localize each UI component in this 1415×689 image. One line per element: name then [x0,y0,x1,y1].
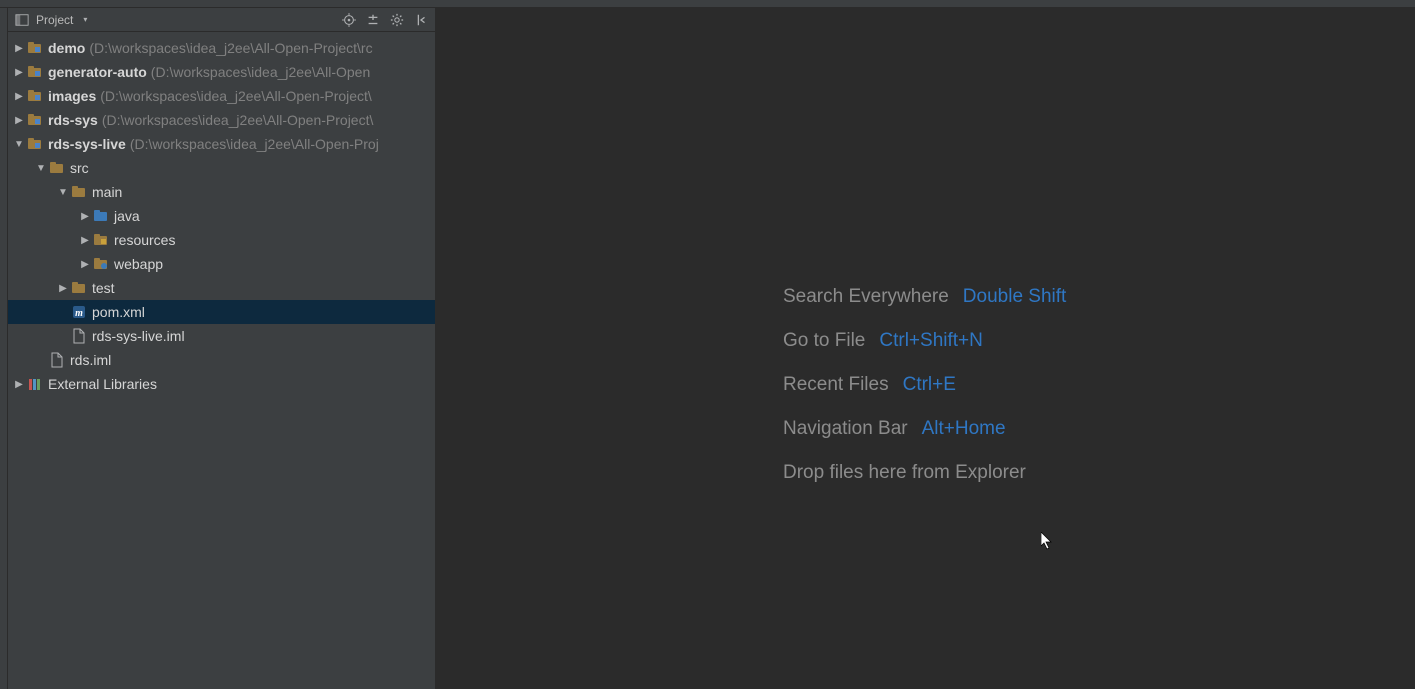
chevron-right-icon[interactable]: ▶ [78,211,92,222]
svg-text:m: m [75,308,83,319]
tree-row-rds-sys-live[interactable]: ▼ rds-sys-live (D:\workspaces\idea_j2ee\A… [8,132,435,156]
project-view-icon [14,12,30,28]
chevron-down-icon[interactable]: ▼ [12,139,26,150]
chevron-right-icon[interactable]: ▶ [12,43,26,54]
tree-row-test[interactable]: ▶ test [8,276,435,300]
tip-drop-files: Drop files here from Explorer [783,462,1066,484]
tree-item-label: images [48,88,96,104]
tip-goto-file: Go to File Ctrl+Shift+N [783,330,1066,352]
tree-row-main[interactable]: ▼ main [8,180,435,204]
panel-title: Project [36,13,73,27]
locate-icon[interactable] [341,12,357,28]
tip-search-everywhere: Search Everywhere Double Shift [783,286,1066,308]
folder-icon [48,160,66,176]
editor-tips: Search Everywhere Double Shift Go to Fil… [783,286,1066,484]
tip-label: Navigation Bar [783,418,908,440]
libraries-icon [26,376,44,392]
tip-label: Go to File [783,330,865,352]
chevron-down-icon[interactable]: ▼ [34,163,48,174]
tree-row-generator-auto[interactable]: ▶ generator-auto (D:\workspaces\idea_j2ee… [8,60,435,84]
resources-folder-icon [92,232,110,248]
chevron-right-icon[interactable]: ▶ [12,91,26,102]
mouse-cursor [1041,532,1055,552]
tree-item-path: (D:\workspaces\idea_j2ee\All-Open [151,64,370,80]
tip-label: Recent Files [783,374,889,396]
chevron-right-icon[interactable]: ▶ [78,235,92,246]
project-tree[interactable]: ▶ demo (D:\workspaces\idea_j2ee\All-Open-… [8,32,435,689]
editor-empty-area[interactable]: Search Everywhere Double Shift Go to Fil… [436,8,1415,689]
module-icon [26,64,44,80]
chevron-right-icon[interactable]: ▶ [56,283,70,294]
tree-item-path: (D:\workspaces\idea_j2ee\All-Open-Projec… [100,88,372,104]
tree-row-images[interactable]: ▶ images (D:\workspaces\idea_j2ee\All-Ope… [8,84,435,108]
collapse-all-icon[interactable] [365,12,381,28]
tree-item-label: webapp [114,256,163,272]
dropdown-arrow-icon: ▾ [83,15,87,24]
chevron-down-icon[interactable]: ▼ [56,187,70,198]
tree-item-label: test [92,280,115,296]
tip-recent-files: Recent Files Ctrl+E [783,374,1066,396]
tree-item-label: generator-auto [48,64,147,80]
tree-row-pom-xml[interactable]: ▶mpom.xml [8,300,435,324]
tree-row-rds-sys-live-iml[interactable]: ▶rds-sys-live.iml [8,324,435,348]
module-icon [26,136,44,152]
side-gutter [0,8,8,689]
maven-icon: m [70,304,88,320]
tip-shortcut: Ctrl+E [903,374,956,396]
project-tool-window: Project ▾ ▶ demo (D:\workspaces\idea_j2ee… [8,8,436,689]
folder-icon [70,184,88,200]
file-icon [48,352,66,368]
tree-row-java[interactable]: ▶ java [8,204,435,228]
tree-row-demo[interactable]: ▶ demo (D:\workspaces\idea_j2ee\All-Open-… [8,36,435,60]
folder-icon [70,280,88,296]
tip-label: Drop files here from Explorer [783,462,1026,484]
tree-item-label: External Libraries [48,376,157,392]
gear-icon[interactable] [389,12,405,28]
project-panel-header: Project ▾ [8,8,435,32]
top-strip [0,0,1415,8]
tree-item-label: resources [114,232,175,248]
tree-item-label: rds.iml [70,352,111,368]
chevron-right-icon[interactable]: ▶ [12,67,26,78]
tree-row-resources[interactable]: ▶ resources [8,228,435,252]
tree-item-path: (D:\workspaces\idea_j2ee\All-Open-Projec… [89,40,372,56]
tree-item-path: (D:\workspaces\idea_j2ee\All-Open-Projec… [102,112,374,128]
file-icon [70,328,88,344]
tree-item-label: pom.xml [92,304,145,320]
tip-navigation-bar: Navigation Bar Alt+Home [783,418,1066,440]
tree-item-label: demo [48,40,85,56]
tip-label: Search Everywhere [783,286,949,308]
tree-row-rds-iml[interactable]: ▶rds.iml [8,348,435,372]
source-folder-icon [92,208,110,224]
tree-item-label: java [114,208,140,224]
chevron-right-icon[interactable]: ▶ [12,379,26,390]
chevron-right-icon[interactable]: ▶ [78,259,92,270]
tip-shortcut: Ctrl+Shift+N [879,330,982,352]
module-icon [26,112,44,128]
tree-item-path: (D:\workspaces\idea_j2ee\All-Open-Proj [130,136,379,152]
tree-row-external-libraries[interactable]: ▶ External Libraries [8,372,435,396]
tree-item-label: src [70,160,89,176]
main-area: Project ▾ ▶ demo (D:\workspaces\idea_j2ee… [0,8,1415,689]
chevron-right-icon[interactable]: ▶ [12,115,26,126]
tree-item-label: rds-sys-live.iml [92,328,185,344]
tree-item-label: rds-sys [48,112,98,128]
tree-item-label: rds-sys-live [48,136,126,152]
tree-row-webapp[interactable]: ▶ webapp [8,252,435,276]
tree-row-rds-sys[interactable]: ▶ rds-sys (D:\workspaces\idea_j2ee\All-Op… [8,108,435,132]
panel-toolbar [341,12,429,28]
tree-row-src[interactable]: ▼ src [8,156,435,180]
panel-title-area[interactable]: Project ▾ [14,12,341,28]
tip-shortcut: Double Shift [963,286,1067,308]
hide-icon[interactable] [413,12,429,28]
tree-item-label: main [92,184,122,200]
tip-shortcut: Alt+Home [922,418,1006,440]
module-icon [26,88,44,104]
module-icon [26,40,44,56]
web-folder-icon [92,256,110,272]
